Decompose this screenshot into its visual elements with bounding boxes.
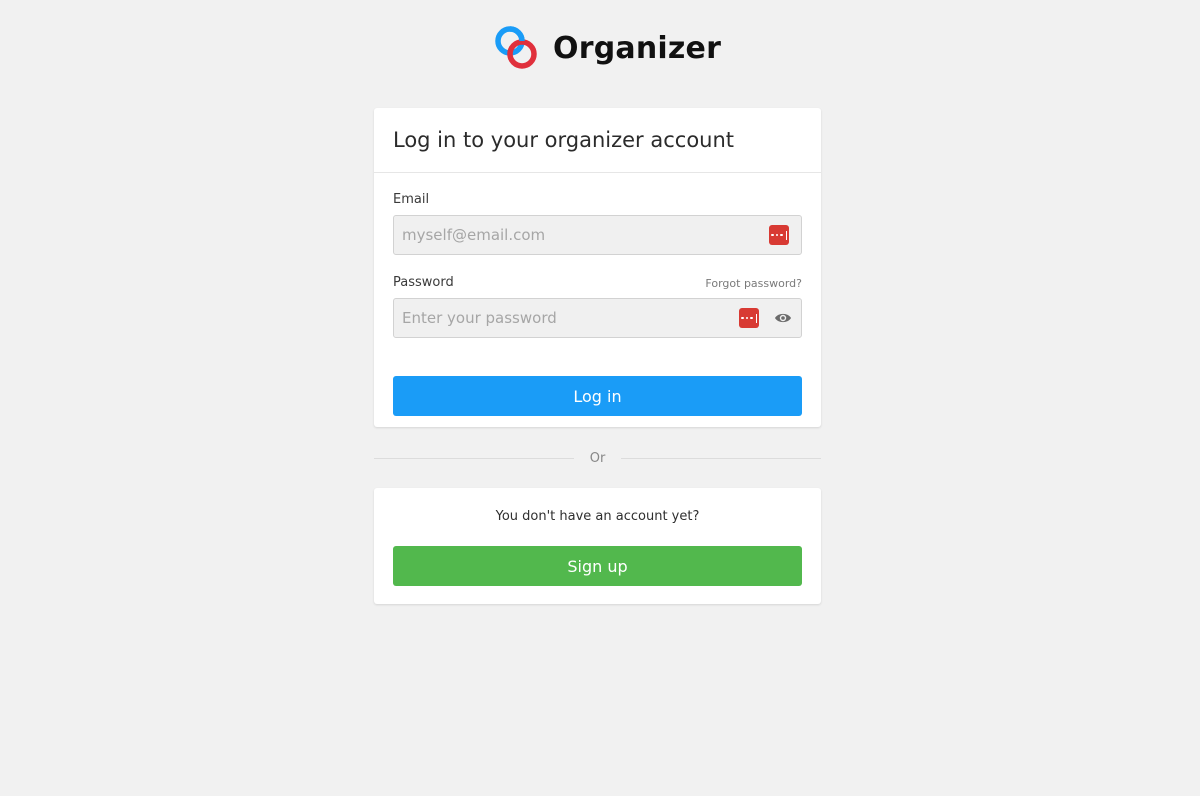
interlocking-rings-logo-icon bbox=[495, 26, 537, 69]
signup-card: You don't have an account yet? Sign up bbox=[374, 488, 821, 604]
login-card-header: Log in to your organizer account bbox=[374, 108, 821, 173]
brand-logo: Organizer bbox=[493, 24, 721, 72]
login-button[interactable]: Log in bbox=[393, 376, 802, 416]
brand-name: Organizer bbox=[553, 30, 722, 66]
or-divider: Or bbox=[374, 448, 822, 468]
password-manager-icon[interactable] bbox=[739, 308, 759, 328]
password-input-wrapper bbox=[393, 298, 802, 338]
login-title: Log in to your organizer account bbox=[393, 128, 735, 152]
email-label: Email bbox=[393, 192, 430, 207]
password-group: Password Forgot password? bbox=[393, 274, 802, 338]
password-manager-icon[interactable] bbox=[769, 225, 789, 245]
email-input[interactable] bbox=[394, 216, 801, 254]
login-card: Log in to your organizer account Email P… bbox=[374, 108, 821, 427]
divider-line bbox=[374, 457, 574, 459]
divider-line bbox=[621, 457, 822, 459]
signup-button[interactable]: Sign up bbox=[393, 546, 802, 586]
login-form: Email Password Forgot password? bbox=[374, 173, 821, 416]
signup-prompt: You don't have an account yet? bbox=[495, 509, 700, 524]
forgot-password-link[interactable]: Forgot password? bbox=[705, 277, 802, 290]
or-label: Or bbox=[589, 450, 606, 466]
email-input-wrapper bbox=[393, 215, 802, 255]
eye-icon[interactable] bbox=[774, 310, 792, 326]
email-group: Email bbox=[393, 191, 802, 255]
password-label: Password bbox=[393, 275, 454, 290]
